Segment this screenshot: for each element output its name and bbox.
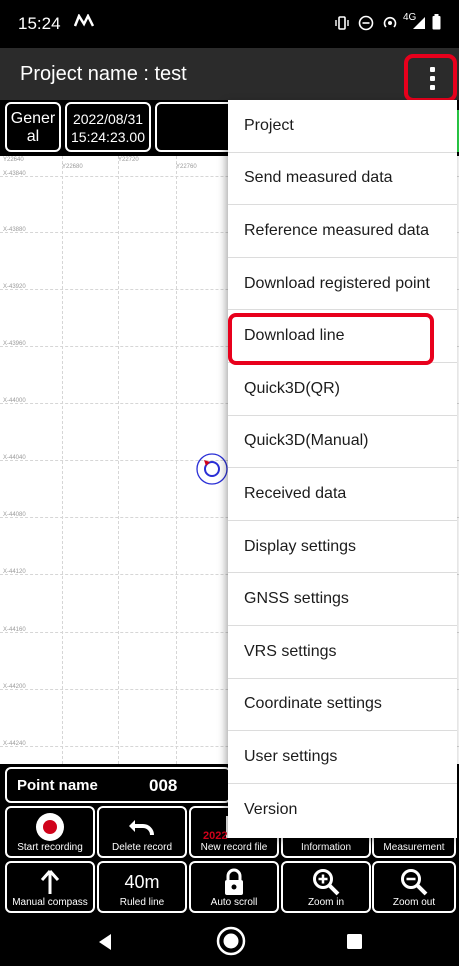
zoom-in-button[interactable]: Zoom in <box>281 861 371 913</box>
app-bar: Project name : test <box>0 48 459 100</box>
arrow-up-icon <box>7 868 93 896</box>
undo-icon <box>99 813 185 841</box>
point-name-label: Point name <box>17 777 98 794</box>
status-time: 15:24 <box>18 14 61 33</box>
y-axis-label: Y22760 <box>176 164 197 170</box>
x-axis-label: X-44240 <box>3 741 26 747</box>
record-icon <box>7 813 93 841</box>
x-axis-label: X-44160 <box>3 627 26 633</box>
menu-item-coordinate-settings[interactable]: Coordinate settings <box>228 679 457 732</box>
manual-compass-button[interactable]: Manual compass <box>5 861 95 913</box>
signal-icon <box>412 16 426 35</box>
menu-button-highlight <box>404 54 457 102</box>
y-axis-label: Y22680 <box>62 164 83 170</box>
zoom-out-icon <box>374 868 454 896</box>
information-label: Information <box>300 842 352 853</box>
x-axis-label: X-43880 <box>3 227 26 233</box>
menu-item-reference-measured-data[interactable]: Reference measured data <box>228 205 457 258</box>
zoom-in-label: Zoom in <box>307 897 345 908</box>
ruled-line-value: 40m <box>124 871 160 892</box>
notification-icon <box>73 12 95 33</box>
menu-item-download-registered-point[interactable]: Download registered point <box>228 258 457 311</box>
menu-item-gnss-settings[interactable]: GNSS settings <box>228 573 457 626</box>
y-axis-label: Y22640 <box>3 157 24 163</box>
new-record-date-overlay: 2022 <box>203 830 228 842</box>
manual-compass-label: Manual compass <box>12 897 88 908</box>
recents-icon[interactable] <box>347 934 362 954</box>
menu-item-vrs-settings[interactable]: VRS settings <box>228 626 457 679</box>
x-axis-label: X-44080 <box>3 512 26 518</box>
zoom-out-button[interactable]: Zoom out <box>372 861 456 913</box>
delete-record-button[interactable]: Delete record <box>97 806 187 858</box>
menu-item-quick3d-qr[interactable]: Quick3D(QR) <box>228 363 457 416</box>
home-icon[interactable] <box>216 926 246 961</box>
system-nav-bar <box>0 916 459 966</box>
menu-item-display-settings[interactable]: Display settings <box>228 521 457 574</box>
datetime-cell: 2022/08/31 15:24:23.00 <box>65 102 151 152</box>
position-marker-icon <box>195 452 231 491</box>
x-axis-label: X-44000 <box>3 398 26 404</box>
point-name-row[interactable]: Point name 008 <box>5 767 231 803</box>
mode-cell[interactable]: Gener al <box>5 102 61 152</box>
point-name-value: 008 <box>149 776 178 795</box>
x-axis-label: X-44040 <box>3 455 26 461</box>
zoom-out-label: Zoom out <box>392 897 436 908</box>
menu-item-project[interactable]: Project <box>228 100 457 153</box>
back-icon[interactable] <box>97 933 113 956</box>
ruled-line-label: Ruled line <box>119 897 165 908</box>
new-record-file-label: New record file <box>200 842 268 853</box>
y-axis-label: Y22720 <box>118 157 139 163</box>
vibrate-icon <box>334 15 350 36</box>
date-value: 2022/08/31 <box>72 111 144 127</box>
x-axis-label: X-43960 <box>3 341 26 347</box>
page-title: Project name : test <box>20 63 187 85</box>
start-recording-button[interactable]: Start recording <box>5 806 95 858</box>
menu-item-quick3d-manual[interactable]: Quick3D(Manual) <box>228 416 457 469</box>
battery-icon <box>432 14 441 35</box>
auto-scroll-label: Auto scroll <box>210 897 258 908</box>
overflow-menu: Project Send measured data Reference mea… <box>228 100 457 838</box>
start-recording-label: Start recording <box>17 842 83 853</box>
ruled-line-button[interactable]: 40m Ruled line <box>97 861 187 913</box>
x-axis-label: X-44200 <box>3 684 26 690</box>
time-value: 15:24:23.00 <box>71 129 145 145</box>
hotspot-icon <box>382 15 398 36</box>
measurement-label: Measurement <box>383 842 445 853</box>
status-bar: 15:24 4G <box>0 0 459 48</box>
dnd-icon <box>358 15 374 36</box>
zoom-in-icon <box>283 868 369 896</box>
menu-item-user-settings[interactable]: User settings <box>228 731 457 784</box>
mode-label: Gener al <box>10 110 56 145</box>
menu-item-version[interactable]: Version <box>228 784 457 837</box>
delete-record-label: Delete record <box>111 842 173 853</box>
menu-item-send-measured-data[interactable]: Send measured data <box>228 153 457 206</box>
menu-item-received-data[interactable]: Received data <box>228 468 457 521</box>
lock-icon <box>191 868 277 896</box>
x-axis-label: X-44120 <box>3 569 26 575</box>
x-axis-label: X-43920 <box>3 284 26 290</box>
auto-scroll-button[interactable]: Auto scroll <box>189 861 279 913</box>
x-axis-label: X-43840 <box>3 171 26 177</box>
download-line-highlight <box>228 313 434 365</box>
